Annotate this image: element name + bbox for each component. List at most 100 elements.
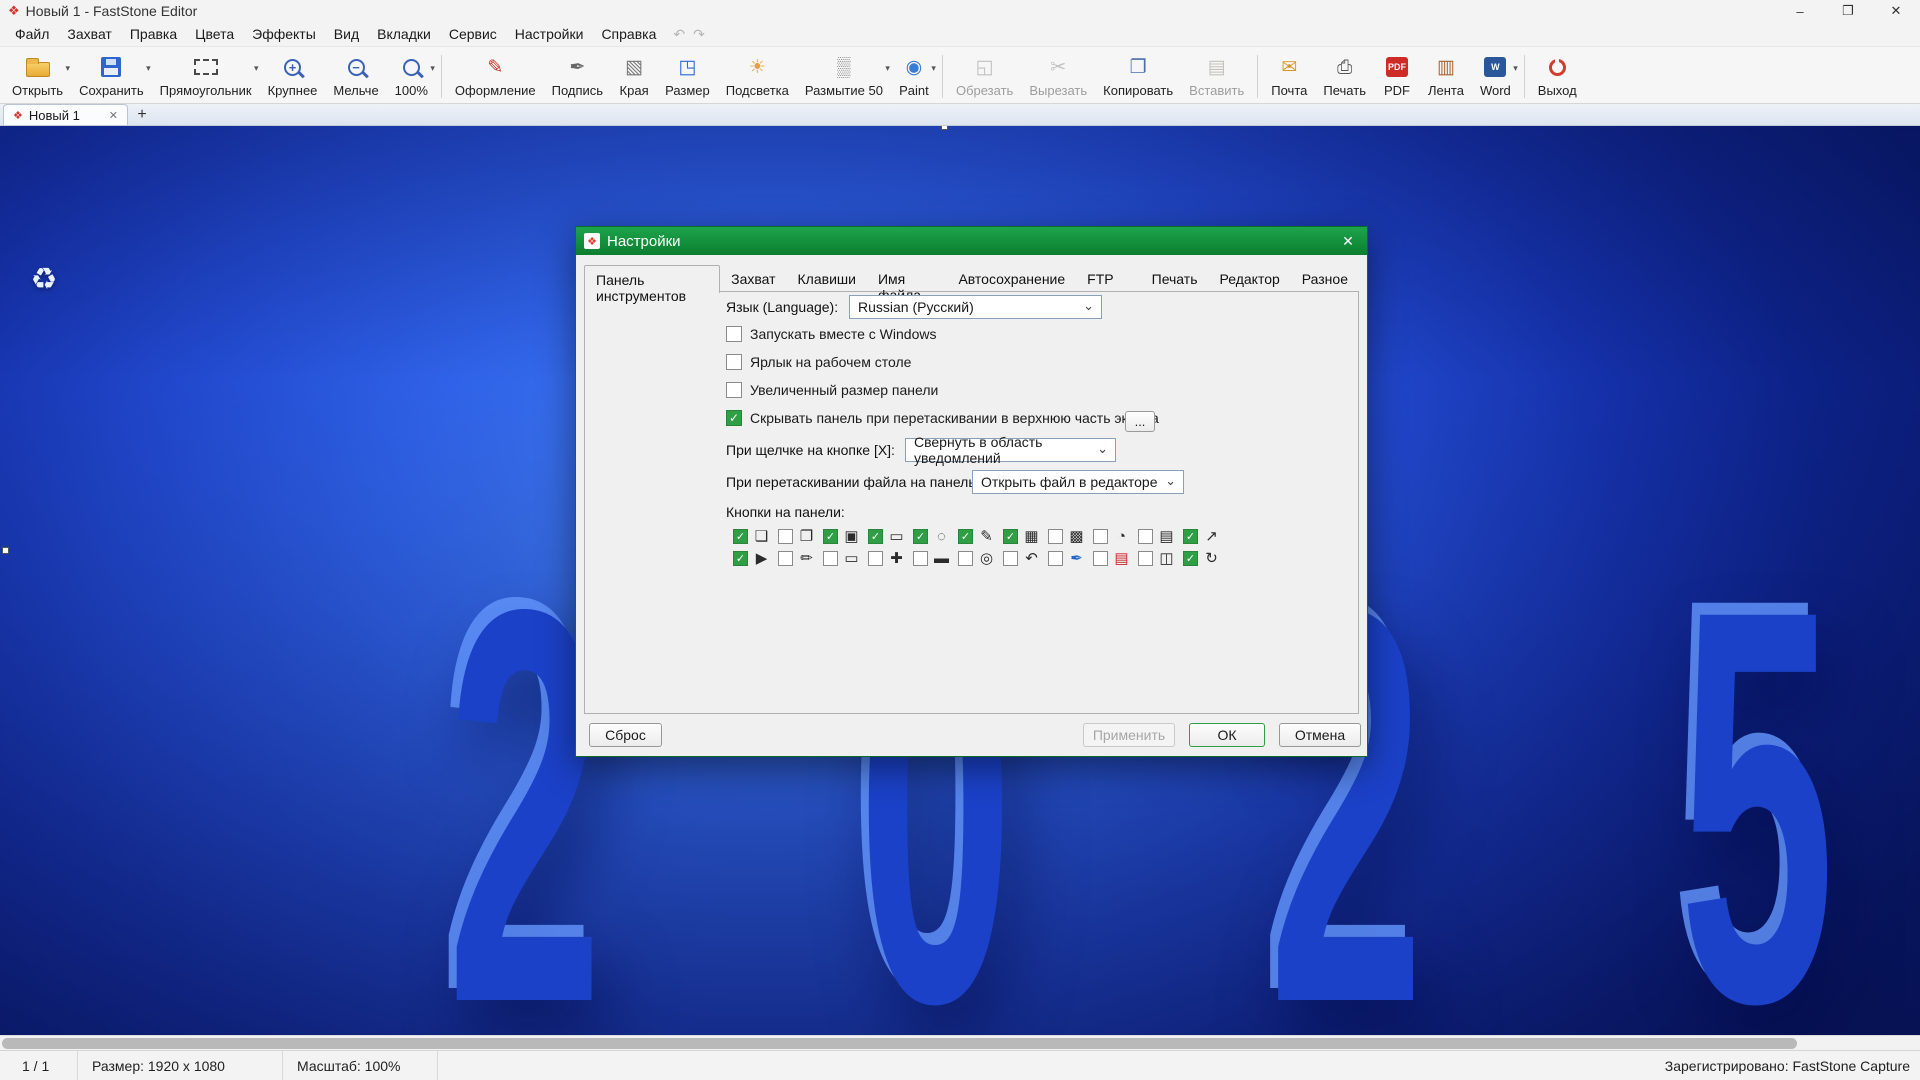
toolbar-button-copy[interactable]: ❐Копировать: [1095, 50, 1181, 103]
ok-button[interactable]: ОК: [1189, 723, 1265, 747]
dialog-tab-filename[interactable]: Имя файла: [867, 267, 947, 292]
panel-button-checkbox[interactable]: [913, 551, 928, 566]
close-action-select[interactable]: Свернуть в область уведомлений ⌄: [905, 438, 1116, 462]
menu-item-view[interactable]: Вид: [325, 23, 368, 45]
toolbar-button-mail[interactable]: ✉Почта: [1263, 50, 1315, 103]
toolbar-button-cut[interactable]: ✂Вырезать: [1021, 50, 1095, 103]
panel-button-checkbox[interactable]: ✓: [823, 529, 838, 544]
toolbar-button-pdf[interactable]: PDFPDF: [1374, 50, 1420, 103]
panel-button-icon: ▭: [887, 527, 906, 545]
panel-button-checkbox[interactable]: ✓: [1003, 529, 1018, 544]
dialog-tab-capture[interactable]: Захват: [720, 267, 786, 292]
toolbar-button-zoom-out[interactable]: −Мельче: [325, 50, 386, 103]
document-tab[interactable]: ❖ Новый 1 ✕: [3, 104, 128, 125]
tab-close-icon[interactable]: ✕: [109, 109, 118, 122]
reset-button[interactable]: Сброс: [589, 723, 662, 747]
panel-button-checkbox[interactable]: [958, 551, 973, 566]
menu-item-effects[interactable]: Эффекты: [243, 23, 325, 45]
language-select[interactable]: Russian (Русский) ⌄: [849, 295, 1102, 319]
panel-button-checkbox[interactable]: [778, 529, 793, 544]
panel-button-checkbox[interactable]: [1003, 551, 1018, 566]
cancel-button[interactable]: Отмена: [1279, 723, 1361, 747]
dropdown-arrow-icon[interactable]: ▾: [146, 63, 151, 74]
dropdown-arrow-icon[interactable]: ▾: [430, 63, 435, 74]
dropdown-arrow-icon[interactable]: ▾: [66, 63, 71, 74]
undo-icon[interactable]: ↶: [673, 26, 685, 43]
maximize-button[interactable]: ❐: [1824, 0, 1872, 22]
dialog-close-button[interactable]: ✕: [1333, 227, 1363, 255]
dialog-tab-editor[interactable]: Редактор: [1209, 267, 1291, 292]
panel-button-checkbox[interactable]: [1048, 551, 1063, 566]
toolbar-button-paste[interactable]: ▤Вставить: [1181, 50, 1252, 103]
panel-button-checkbox[interactable]: ✓: [1183, 529, 1198, 544]
toolbar-button-word[interactable]: W▾Word: [1472, 50, 1519, 103]
toolbar-button-print[interactable]: ⎙Печать: [1315, 50, 1374, 103]
toolbar-button-zoom-in[interactable]: +Крупнее: [260, 50, 326, 103]
close-button[interactable]: ✕: [1872, 0, 1920, 22]
toolbar-button-crop[interactable]: ◱Обрезать: [948, 50, 1021, 103]
dialog-tab-print[interactable]: Печать: [1141, 267, 1209, 292]
panel-button-checkbox[interactable]: ✓: [1183, 551, 1198, 566]
settings-checkbox-1[interactable]: [726, 354, 742, 370]
panel-button-checkbox[interactable]: ✓: [868, 529, 883, 544]
dialog-tab-toolbar[interactable]: Панель инструментов: [584, 265, 720, 293]
scrollbar-thumb[interactable]: [2, 1038, 1797, 1049]
menu-item-colors[interactable]: Цвета: [186, 23, 243, 45]
toolbar-button-exit[interactable]: Выход: [1530, 50, 1585, 103]
panel-button-checkbox[interactable]: ✓: [733, 529, 748, 544]
redo-icon[interactable]: ↷: [693, 26, 705, 43]
new-tab-button[interactable]: +: [128, 104, 156, 125]
menu-item-settings[interactable]: Настройки: [506, 23, 593, 45]
panel-button-checkbox[interactable]: ✓: [733, 551, 748, 566]
settings-checkbox-3[interactable]: ✓: [726, 410, 742, 426]
toolbar-button-spotlight[interactable]: ☀Подсветка: [718, 50, 797, 103]
panel-button-checkbox[interactable]: [1093, 529, 1108, 544]
drag-action-select[interactable]: Открыть файл в редакторе ⌄: [972, 470, 1184, 494]
menu-item-file[interactable]: Файл: [6, 23, 58, 45]
toolbar-button-resize[interactable]: ◳Размер: [657, 50, 718, 103]
toolbar-button-edges[interactable]: ▧Края: [611, 50, 657, 103]
settings-checkbox-2[interactable]: [726, 382, 742, 398]
dialog-titlebar[interactable]: ❖ Настройки ✕: [576, 227, 1367, 255]
menu-item-edit[interactable]: Правка: [121, 23, 186, 45]
menu-item-help[interactable]: Справка: [592, 23, 665, 45]
panel-button-checkbox[interactable]: ✓: [958, 529, 973, 544]
toolbar-button-open[interactable]: ▾Открыть: [4, 50, 71, 103]
panel-button-checkbox[interactable]: [1048, 529, 1063, 544]
toolbar-button-caption[interactable]: ✒Подпись: [544, 50, 611, 103]
toolbar-button-save[interactable]: ▾Сохранить: [71, 50, 152, 103]
minimize-button[interactable]: –: [1776, 0, 1824, 22]
toolbar-button-blur[interactable]: ▒▾Размытие 50: [797, 50, 891, 103]
panel-button-checkbox[interactable]: [1138, 529, 1153, 544]
dropdown-arrow-icon[interactable]: ▾: [254, 63, 259, 74]
selection-handle-top[interactable]: [941, 126, 948, 130]
toolbar-button-rectangle[interactable]: ▾Прямоугольник: [152, 50, 260, 103]
toolbar-button-ribbon[interactable]: ▥Лента: [1420, 50, 1472, 103]
panel-button-checkbox[interactable]: ✓: [913, 529, 928, 544]
dialog-tab-hotkeys[interactable]: Клавиши: [787, 267, 867, 292]
more-options-button[interactable]: ...: [1125, 411, 1155, 432]
apply-button[interactable]: Применить: [1083, 723, 1175, 747]
menu-item-service[interactable]: Сервис: [440, 23, 506, 45]
panel-button-checkbox[interactable]: [1138, 551, 1153, 566]
dialog-tab-autosave[interactable]: Автосохранение: [947, 267, 1076, 292]
dropdown-arrow-icon[interactable]: ▾: [1513, 63, 1518, 74]
panel-button-checkbox[interactable]: [823, 551, 838, 566]
resize-glyph: ◳: [678, 58, 696, 77]
settings-checkbox-0[interactable]: [726, 326, 742, 342]
panel-button-option: ✓◌: [913, 527, 958, 545]
dialog-tab-misc[interactable]: Разное: [1291, 267, 1359, 292]
dropdown-arrow-icon[interactable]: ▾: [885, 63, 890, 74]
menu-item-tabs[interactable]: Вкладки: [368, 23, 440, 45]
toolbar-button-paint[interactable]: ◉▾Paint: [891, 50, 937, 103]
selection-handle-left[interactable]: [2, 547, 9, 554]
horizontal-scrollbar[interactable]: [0, 1035, 1920, 1050]
dialog-tab-ftp[interactable]: FTP: [1076, 267, 1124, 292]
dropdown-arrow-icon[interactable]: ▾: [931, 63, 936, 74]
toolbar-button-zoom-100[interactable]: ▾100%: [387, 50, 436, 103]
toolbar-button-draw[interactable]: ✎Оформление: [447, 50, 544, 103]
panel-button-checkbox[interactable]: [1093, 551, 1108, 566]
panel-button-checkbox[interactable]: [868, 551, 883, 566]
panel-button-checkbox[interactable]: [778, 551, 793, 566]
menu-item-capture[interactable]: Захват: [58, 23, 120, 45]
